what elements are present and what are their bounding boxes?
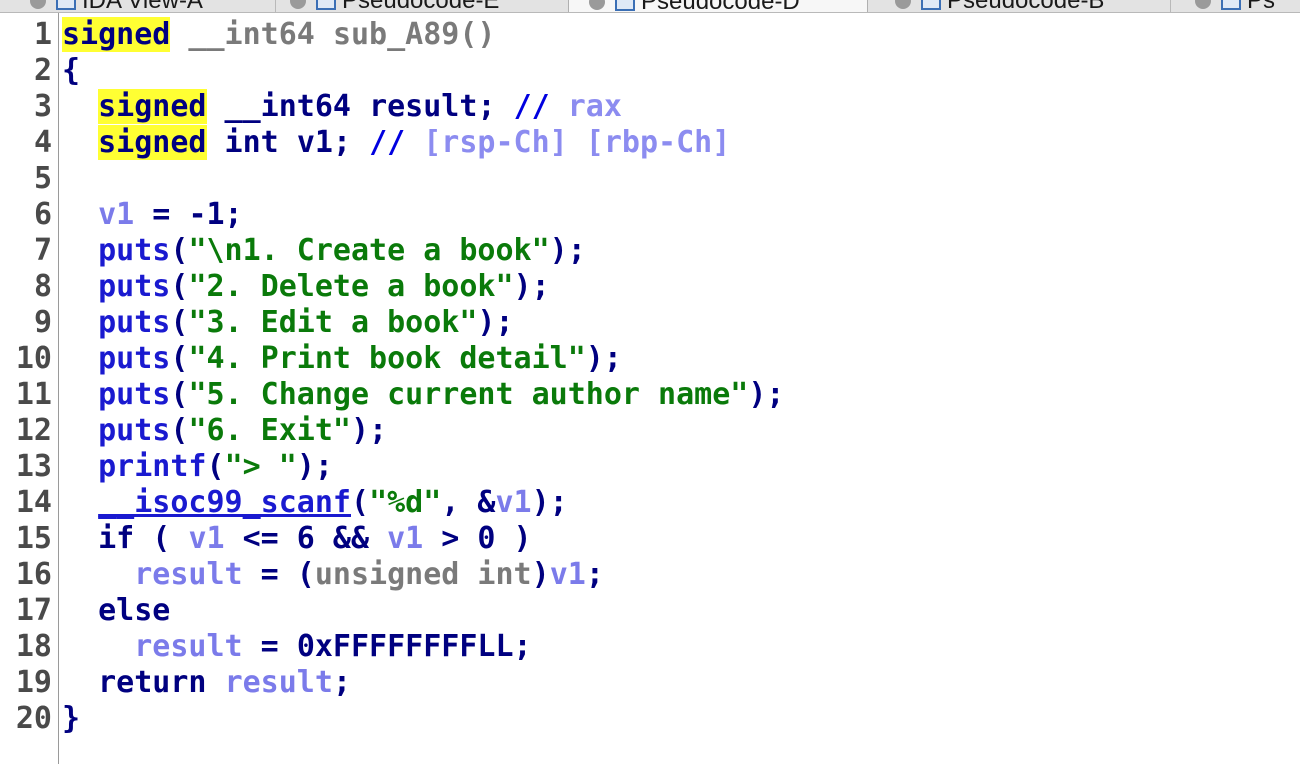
line-number: 16 [15,557,52,592]
code-line[interactable]: 4 signed int v1; // [rsp-Ch] [rbp-Ch] [0,125,730,161]
line-number: 20 [15,701,52,736]
code-line[interactable]: 16 result = (unsigned int)v1; [0,557,604,593]
code-line[interactable]: 9 puts("3. Edit a book"); [0,305,514,341]
line-number: 17 [15,593,52,628]
close-icon[interactable] [1195,0,1211,9]
code-line[interactable]: 14 __isoc99_scanf("%d", &v1); [0,485,568,521]
tab-ida-view-a[interactable]: IDA View-A [30,0,203,12]
tab-label: Pseudocode-D [641,0,800,12]
line-number: 13 [15,449,52,484]
window-icon [56,0,76,10]
line-number: 8 [33,269,52,304]
code-line[interactable]: 13 printf("> "); [0,449,333,485]
line-number: 11 [15,377,52,412]
highlighted-keyword: signed [98,89,207,124]
code-line[interactable]: 10 puts("4. Print book detail"); [0,341,622,377]
code-line[interactable]: 5 [0,161,62,197]
close-icon[interactable] [290,0,306,9]
line-number: 18 [15,629,52,664]
line-number: 9 [33,305,52,340]
code-line[interactable]: 12 puts("6. Exit"); [0,413,387,449]
tab-label: IDA View-A [82,0,203,12]
tab-bar: IDA View-A Pseudocode-E Pseudocode-D Pse… [0,0,1300,13]
window-icon [1221,0,1241,10]
code-line[interactable]: 7 puts("\n1. Create a book"); [0,233,586,269]
code-line[interactable]: 18 result = 0xFFFFFFFFLL; [0,629,532,665]
line-number: 15 [15,521,52,556]
window-icon [316,0,336,10]
line-number: 6 [33,197,52,232]
code-line[interactable]: 8 puts("2. Delete a book"); [0,269,550,305]
line-number: 12 [15,413,52,448]
tab-pseudocode-e[interactable]: Pseudocode-E [290,0,499,12]
close-icon[interactable] [895,0,911,9]
line-number: 5 [33,161,52,196]
pseudocode-editor[interactable]: 1 signed __int64 sub_A89() 2 { 3 signed … [0,13,1300,764]
window-icon [615,0,635,11]
code-line[interactable]: 19 return result; [0,665,351,701]
window-icon [921,0,941,10]
close-icon[interactable] [30,0,46,9]
tab-label: Ps [1247,0,1275,12]
line-number: 4 [33,125,52,160]
highlighted-keyword: signed [98,125,207,160]
line-number: 2 [33,53,52,88]
code-line[interactable]: 17 else [0,593,171,629]
tab-label: Pseudocode-E [342,0,499,12]
tab-label: Pseudocode-B [947,0,1104,12]
tab-pseudocode-d[interactable]: Pseudocode-D [568,0,868,12]
line-number: 3 [33,89,52,124]
close-icon[interactable] [589,0,605,10]
line-number: 10 [15,341,52,376]
code-line[interactable]: 15 if ( v1 <= 6 && v1 > 0 ) [0,521,532,557]
code-line[interactable]: 11 puts("5. Change current author name")… [0,377,785,413]
function-name: sub_A89() [332,17,496,52]
code-line[interactable]: 20 } [0,701,80,737]
code-line[interactable]: 2 { [0,53,80,89]
line-number: 14 [15,485,52,520]
highlighted-keyword: signed [62,17,171,52]
code-line[interactable]: 6 v1 = -1; [0,197,243,233]
code-line[interactable]: 1 signed __int64 sub_A89() [0,17,496,53]
line-number: 7 [33,233,52,268]
tab-pseudocode-b[interactable]: Pseudocode-B [895,0,1104,12]
code-line[interactable]: 3 signed __int64 result; // rax [0,89,622,125]
line-number: 1 [33,17,52,52]
line-number: 19 [15,665,52,700]
tab-partial[interactable]: Ps [1195,0,1275,12]
